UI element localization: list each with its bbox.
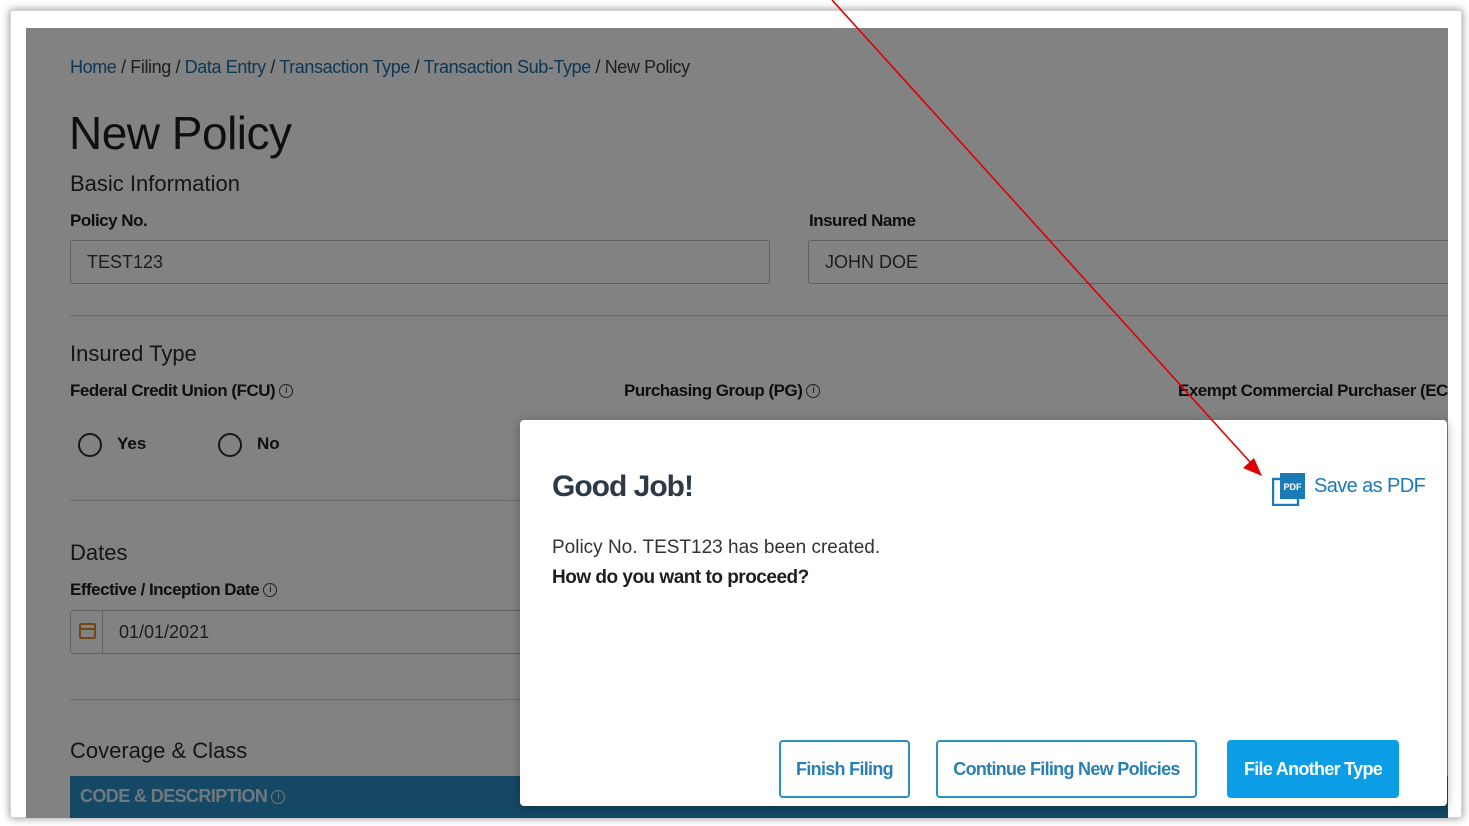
finish-filing-button[interactable]: Finish Filing (779, 740, 910, 798)
pdf-icon-text: PDF (1284, 482, 1303, 492)
continue-filing-button[interactable]: Continue Filing New Policies (936, 740, 1197, 798)
file-another-type-button[interactable]: File Another Type (1227, 740, 1399, 798)
dialog-message: Policy No. TEST123 has been created. (552, 537, 881, 558)
success-dialog: Good Job! PDF Save as PDF Policy No. TES… (520, 420, 1447, 806)
pdf-icon: PDF (1272, 473, 1305, 506)
dialog-title: Good Job! (552, 470, 694, 503)
save-as-pdf-label: Save as PDF (1314, 475, 1426, 497)
dialog-question: How do you want to proceed? (552, 567, 809, 588)
